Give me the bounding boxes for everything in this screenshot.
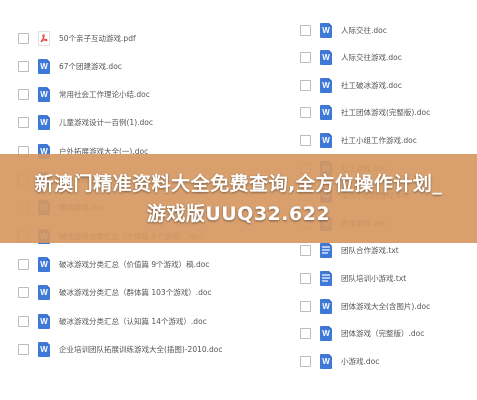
word-file-icon: W [320,105,332,121]
file-checkbox[interactable] [300,79,311,91]
file-row[interactable]: W 企业培训团队拓展训练游戏大全(插图)-2010.doc [0,336,258,362]
file-name: 小游戏.doc [341,356,380,366]
file-name: 团队合作游戏.txt [341,246,399,256]
text-file-icon [320,270,332,286]
file-name: 社工团体游戏(完整版).doc [341,108,431,118]
file-checkbox[interactable] [18,117,29,129]
file-checkbox[interactable] [300,52,311,64]
file-name: 团队培训小游戏.txt [341,273,407,283]
word-file-icon: W [38,87,50,103]
file-row[interactable]: W 团体游戏（完整版）.doc [248,321,477,347]
file-row[interactable]: W 破冰游戏分类汇总（价值篇 9个游戏）稿.doc [0,251,258,277]
file-row[interactable]: 50个亲子互动游戏.pdf [0,25,258,51]
file-name: 社工小组工作游戏.doc [341,135,417,145]
word-file-icon: W [320,77,332,93]
file-name: 破冰游戏分类汇总（价值篇 9个游戏）稿.doc [59,259,210,269]
file-row[interactable]: W 儿童游戏设计一百例(1).doc [0,110,258,136]
word-file-icon: W [320,132,332,148]
file-checkbox[interactable] [18,315,29,327]
file-checkbox[interactable] [300,328,311,340]
file-row[interactable]: W 团体游戏大全(含图片).doc [248,293,477,319]
word-file-icon: W [38,115,50,131]
file-row[interactable]: W 社工团体游戏(完整版).doc [248,100,477,126]
word-file-icon: W [38,256,50,272]
file-row[interactable]: W 破冰游戏分类汇总（认知篇 14个游戏）.doc [0,308,258,334]
file-name: 67个团建游戏.doc [59,61,122,71]
file-name: 团体游戏大全(含图片).doc [341,301,431,311]
file-row[interactable]: W 常用社会工作理论小结.doc [0,82,258,108]
file-checkbox[interactable] [18,60,29,72]
file-name: 破冰游戏分类汇总（群体篇 103个游戏）.doc [59,288,212,298]
file-name: 破冰游戏分类汇总（认知篇 14个游戏）.doc [59,316,207,326]
file-row[interactable]: W 人际交往游戏.doc [248,45,477,71]
file-name: 人际交往游戏.doc [341,53,402,63]
file-row[interactable]: W 人际交往.doc [248,17,477,43]
file-row[interactable]: W 社工破冰游戏.doc [248,72,477,98]
banner-title: 新澳门精准资料大全免费查询,全方位操作计划_游戏版UUQ32.622 [34,172,443,225]
word-file-icon: W [320,50,332,66]
file-row[interactable]: W 社工小组工作游戏.doc [248,127,477,153]
file-name: 人际交往.doc [341,25,387,35]
file-checkbox[interactable] [18,258,29,270]
word-file-icon: W [38,341,50,357]
file-checkbox[interactable] [18,343,29,355]
word-file-icon: W [320,22,332,38]
title-banner: 新澳门精准资料大全免费查询,全方位操作计划_游戏版UUQ32.622 [0,154,477,243]
file-row[interactable]: W 67个团建游戏.doc [0,53,258,79]
file-checkbox[interactable] [300,272,311,284]
file-name: 50个亲子互动游戏.pdf [59,33,136,43]
file-name: 团体游戏（完整版）.doc [341,329,425,339]
file-row[interactable]: W 小游戏.doc [248,348,477,374]
file-checkbox[interactable] [18,89,29,101]
file-checkbox[interactable] [18,32,29,44]
word-file-icon: W [38,285,50,301]
file-checkbox[interactable] [300,355,311,367]
file-row[interactable]: W 破冰游戏分类汇总（群体篇 103个游戏）.doc [0,280,258,306]
file-name: 常用社会工作理论小结.doc [59,90,150,100]
file-name: 企业培训团队拓展训练游戏大全(插图)-2010.doc [59,344,223,354]
word-file-icon: W [320,353,332,369]
file-list-screen: 50个亲子互动游戏.pdf W 67个团建游戏.doc W 常用社会工作理论小结.doc… [0,0,477,400]
file-row[interactable]: 团队培训小游戏.txt [248,265,477,291]
word-file-icon: W [320,326,332,342]
file-checkbox[interactable] [300,300,311,312]
file-checkbox[interactable] [300,134,311,146]
file-checkbox[interactable] [18,287,29,299]
word-file-icon: W [320,298,332,314]
text-file-icon [320,243,332,259]
file-checkbox[interactable] [300,245,311,257]
word-file-icon: W [38,313,50,329]
file-checkbox[interactable] [300,24,311,36]
pdf-file-icon [38,30,50,46]
file-name: 社工破冰游戏.doc [341,80,402,90]
file-name: 儿童游戏设计一百例(1).doc [59,118,153,128]
file-checkbox[interactable] [300,107,311,119]
word-file-icon: W [38,58,50,74]
